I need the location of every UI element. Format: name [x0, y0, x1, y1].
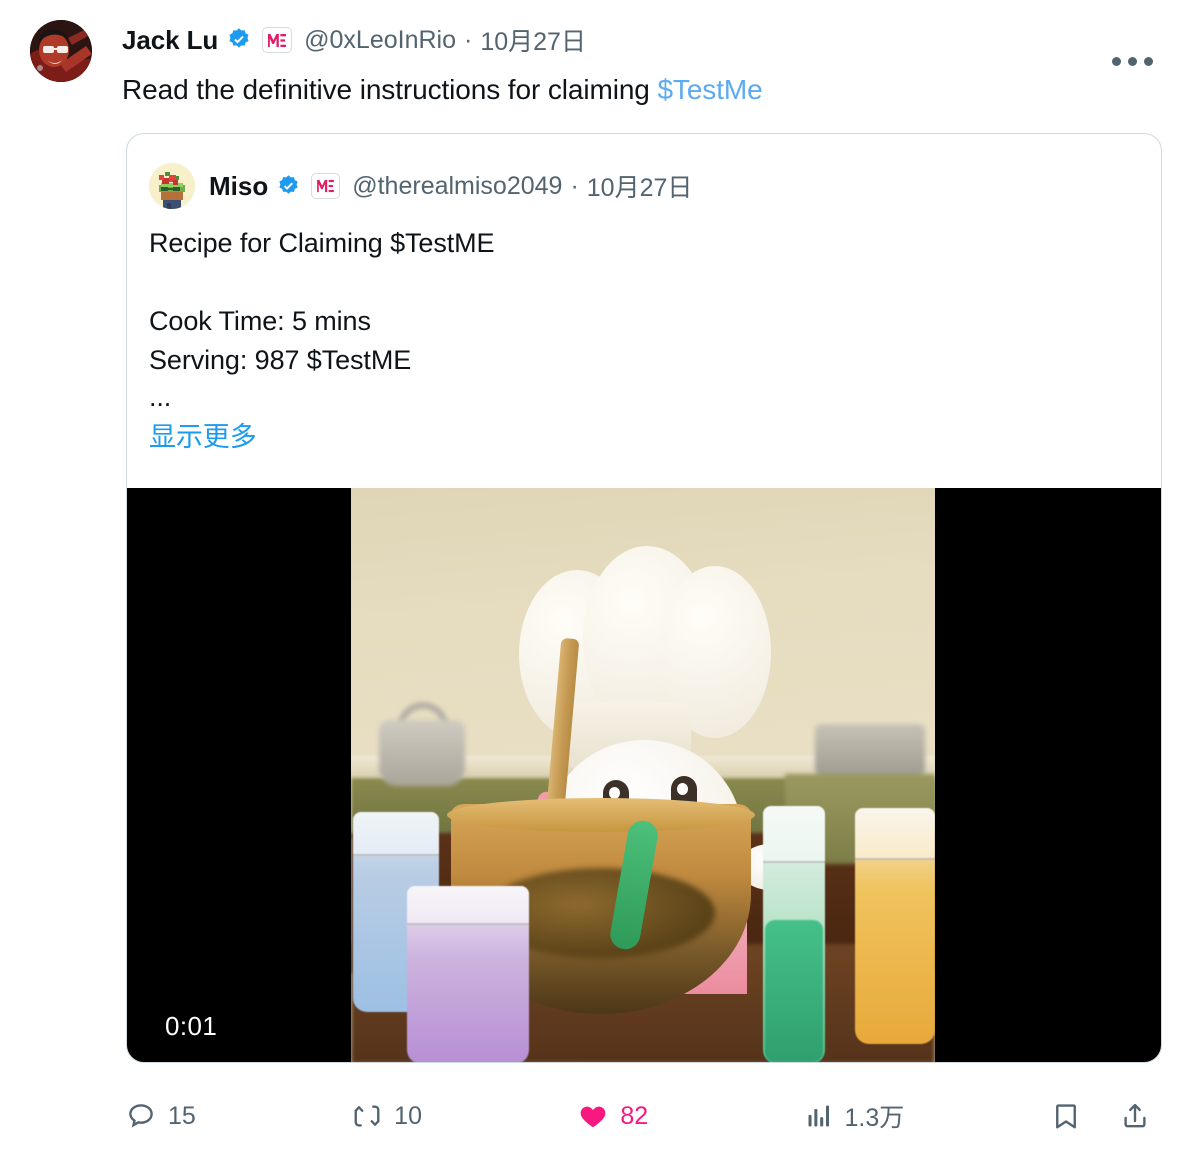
avatar[interactable]	[30, 20, 92, 82]
reply-icon	[126, 1101, 156, 1131]
quoted-display-name[interactable]: Miso	[209, 171, 268, 202]
quoted-tweet-header: Miso @therealmiso2049 · 10月27日	[149, 162, 1161, 210]
main-tweet-meta: Jack Lu @0xLeoInRio · 10月27日	[122, 20, 1170, 60]
timestamp-date[interactable]: 10月27日	[480, 22, 586, 58]
bookmark-icon	[1051, 1101, 1081, 1131]
kettle	[379, 720, 465, 786]
name-row: Jack Lu @0xLeoInRio · 10月27日	[122, 20, 1170, 60]
retweet-icon	[352, 1101, 382, 1131]
like-heart-icon	[578, 1101, 608, 1131]
cashtag-link[interactable]: $TestMe	[657, 74, 762, 105]
display-name[interactable]: Jack Lu	[122, 25, 218, 56]
like-button[interactable]: 82	[578, 1101, 804, 1131]
verified-badge-icon	[276, 174, 301, 199]
retweet-button[interactable]: 10	[352, 1101, 578, 1131]
dot	[1143, 56, 1153, 66]
quoted-text-line-2: Cook Time: 5 mins	[149, 306, 371, 336]
jar-purple	[407, 886, 529, 1062]
separator: ·	[570, 171, 579, 200]
handle[interactable]: @0xLeoInRio	[304, 26, 456, 55]
share-button[interactable]	[1119, 1101, 1162, 1131]
jar-lid	[353, 812, 439, 856]
dot	[1127, 56, 1137, 66]
views-count: 1.3万	[844, 1104, 905, 1132]
separator: ·	[464, 25, 473, 54]
reply-button[interactable]: 15	[126, 1101, 352, 1131]
video-frame	[351, 488, 935, 1062]
quoted-timestamp-date[interactable]: 10月27日	[587, 168, 693, 204]
me-affiliate-badge-icon[interactable]	[262, 27, 293, 53]
bowl-rim	[447, 798, 755, 832]
tweet-container: Jack Lu @0xLeoInRio · 10月27日 Read the de…	[0, 0, 1190, 1156]
quoted-tweet-card[interactable]: Miso @therealmiso2049 · 10月27日 Recipe fo…	[126, 133, 1162, 1063]
like-count: 82	[620, 1101, 649, 1130]
bookmark-button[interactable]	[1031, 1101, 1093, 1131]
jar-lid	[763, 806, 825, 863]
quoted-text-line-1: Recipe for Claiming $TestME	[149, 228, 495, 258]
verified-badge-icon	[226, 27, 252, 53]
action-bar: 15 10 82 1.3万	[126, 1090, 1162, 1142]
me-affiliate-badge-icon[interactable]	[311, 173, 341, 199]
tweet-text: Read the definitive instructions for cla…	[122, 72, 1122, 108]
share-icon	[1120, 1101, 1150, 1131]
dot	[1111, 56, 1121, 66]
views-chart-icon	[805, 1102, 833, 1130]
quoted-handle[interactable]: @therealmiso2049	[352, 172, 562, 201]
tweet-text-plain: Read the definitive instructions for cla…	[122, 74, 658, 105]
jar-orange	[855, 808, 935, 1044]
views-button[interactable]: 1.3万	[805, 1098, 1031, 1134]
avatar[interactable]	[149, 163, 195, 209]
quoted-tweet-text: Recipe for Claiming $TestME Cook Time: 5…	[149, 224, 1089, 457]
video-player[interactable]: 0:01	[127, 488, 1161, 1062]
reply-count: 15	[168, 1101, 196, 1130]
quoted-text-line-3: Serving: 987 $TestME	[149, 345, 412, 375]
truncation-ellipsis: ...	[149, 382, 172, 412]
jar-lid	[855, 808, 935, 860]
retweet-count: 10	[394, 1101, 422, 1130]
show-more-link[interactable]: 显示更多	[149, 418, 257, 456]
video-timestamp: 0:01	[165, 1011, 218, 1041]
bottle-green-body	[765, 920, 823, 1062]
jar-lid	[407, 886, 529, 926]
